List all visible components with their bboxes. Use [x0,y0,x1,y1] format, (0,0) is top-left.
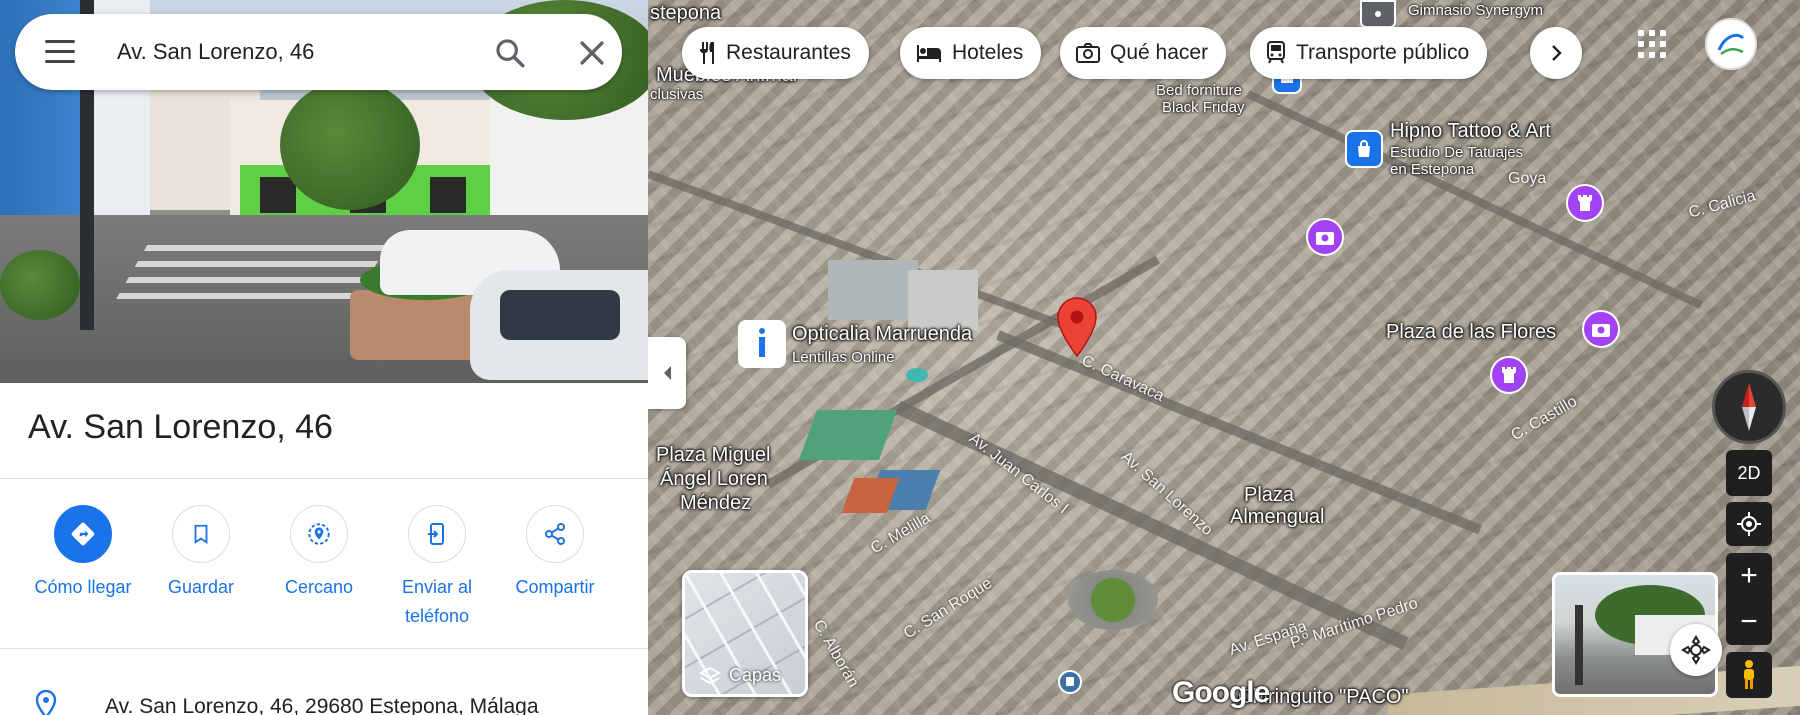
fountain [906,368,928,382]
share-icon [545,523,565,545]
camera-poi-icon[interactable] [1306,218,1344,256]
building-roof [908,270,978,330]
transit-icon [1267,41,1285,64]
photo-tree [280,80,420,210]
compass-button[interactable] [1712,370,1786,444]
map-label-hipno-sub: Estudio De Tatuajes [1390,144,1524,161]
my-location-button[interactable] [1726,502,1772,546]
save-button[interactable]: Guardar [146,505,256,602]
map-label-miguel: Ángel Loren [660,468,768,490]
chip-hotels[interactable]: Hoteles [900,27,1042,79]
account-logo-icon [1717,33,1745,56]
map-label-miguel: Méndez [680,492,752,514]
my-location-icon [1737,512,1761,536]
place-panel: Av. San Lorenzo, 46 Cómo llegar Guardar … [0,0,648,715]
compass-icon [1742,383,1756,431]
action-buttons: Cómo llegar Guardar Cercano Enviar al tel… [0,505,648,635]
map-label-estepona: stepona [650,2,722,24]
map-label-flores[interactable]: Plaza de las Flores [1386,321,1556,343]
camera-icon [1076,43,1100,63]
map-label-gimnasio[interactable]: Gimnasio Synergym [1408,2,1543,19]
chips-next-button[interactable] [1530,27,1582,79]
collapse-panel-button[interactable] [648,337,686,409]
chip-label: Restaurantes [726,41,851,64]
share-label: Compartir [515,577,595,597]
directions-button[interactable]: Cómo llegar [28,505,138,602]
nearby-button[interactable]: Cercano [264,505,374,602]
map-label-miguel[interactable]: Plaza Miguel [656,444,771,466]
map-label-opticalia[interactable]: Opticalia Marruenda [792,323,972,345]
send-to-phone-button[interactable]: Enviar al teléfono [382,505,492,631]
address-text: Av. San Lorenzo, 46, 29680 Estepona, Mál… [105,695,539,715]
share-button[interactable]: Compartir [500,505,610,602]
layers-label: Capas [729,665,782,685]
map-label-hipno-sub: en Estepona [1390,161,1475,178]
map-label-almengual: Almengual [1230,506,1325,528]
divider [0,478,648,479]
street-view-button[interactable] [1670,624,1722,676]
layers-icon [699,666,721,684]
account-avatar[interactable] [1705,18,1757,70]
location-marker-icon[interactable] [1055,296,1099,358]
map-view[interactable]: stepona Gimnasio Synergym Muebles Animar… [648,0,1800,715]
search-bar [15,14,622,90]
chip-public-transit[interactable]: Transporte público [1250,27,1488,79]
map-label-bed[interactable]: Bed forniture [1156,82,1242,99]
zoom-in-button[interactable]: + [1726,553,1772,599]
send-to-phone-label: Enviar al teléfono [401,577,473,626]
address-row[interactable]: Av. San Lorenzo, 46, 29680 Estepona, Mál… [0,680,648,715]
place-title: Av. San Lorenzo, 46 [28,408,333,446]
nearby-label: Cercano [284,577,354,597]
landmark-poi-icon[interactable] [1490,356,1528,394]
bookmark-icon [194,524,208,544]
search-icon[interactable] [493,36,527,70]
layers-button[interactable]: Capas [682,570,808,697]
photo-crosswalk [112,245,388,305]
search-input[interactable] [117,32,477,72]
chip-label: Hoteles [952,41,1024,64]
chip-things-to-do[interactable]: Qué hacer [1060,27,1227,79]
view-2d-toggle[interactable]: 2D [1726,450,1772,496]
chevron-left-icon [664,366,671,380]
photo-shrub [0,250,80,320]
directions-icon [71,522,95,546]
restaurant-icon [700,42,714,64]
map-label-almengual[interactable]: Plaza [1244,484,1294,506]
pegman-button[interactable] [1726,652,1772,698]
chip-label: Qué hacer [1110,41,1209,64]
street-label: Goya [1508,170,1547,187]
close-icon[interactable] [575,36,609,70]
divider [0,648,648,649]
save-label: Guardar [167,577,235,597]
pegman-icon [1744,660,1754,689]
chip-restaurants[interactable]: Restaurantes [682,27,869,79]
map-label-opticalia-sub: Lentillas Online [792,349,895,366]
rotate-360-icon [1681,635,1711,665]
hotel-icon [917,45,941,62]
building-roof [828,260,918,320]
map-label-bed-sub: Black Friday [1162,99,1245,116]
plaza-roundabout [1068,570,1158,630]
chevron-right-icon [1552,45,1562,61]
camera-poi-icon[interactable] [1582,310,1620,348]
zoom-controls: + − [1726,553,1772,645]
location-pin-icon [35,690,57,715]
chip-label: Transporte público [1296,41,1470,64]
photo-car [470,270,648,380]
map-label-hipno[interactable]: Hipno Tattoo & Art [1390,120,1551,142]
nearby-icon [308,523,330,545]
directions-label: Cómo llegar [34,577,132,597]
apps-grid-icon[interactable] [1638,30,1666,58]
shopping-bag-icon[interactable] [1345,130,1383,168]
bus-stop-icon[interactable] [1058,670,1082,694]
send-to-phone-icon [428,523,444,545]
zoom-out-button[interactable]: − [1726,599,1772,645]
map-label-muebles-sub: clusivas [650,86,704,103]
google-logo: Google [1172,676,1270,709]
optician-icon[interactable] [738,320,786,368]
transit-stop-icon[interactable] [1360,0,1396,28]
menu-icon[interactable] [45,40,75,64]
landmark-poi-icon[interactable] [1566,184,1604,222]
